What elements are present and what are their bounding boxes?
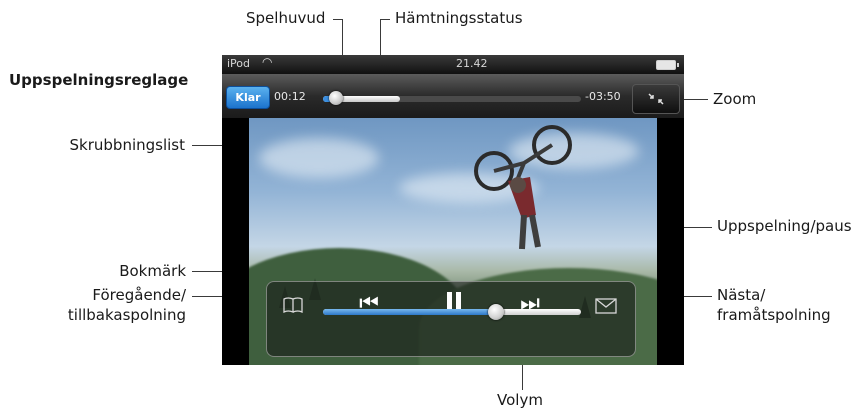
elapsed-time: 00:12 (274, 90, 306, 103)
bookmark-icon (283, 297, 303, 314)
callout-previous-line2: tillbakaspolning (67, 306, 186, 324)
wifi-icon: ◠ (262, 55, 273, 69)
zoom-button[interactable] (632, 84, 680, 114)
callout-next-line2: framåtspolning (717, 306, 831, 324)
bookmark-button[interactable] (282, 296, 304, 314)
callout-download-status: Hämtningsstatus (395, 9, 523, 27)
playhead[interactable] (329, 91, 343, 105)
email-button[interactable] (595, 298, 617, 314)
leader-download-h (380, 19, 390, 20)
leader-zoom (684, 99, 708, 100)
remaining-time: -03:50 (585, 90, 621, 103)
cloud (259, 138, 379, 178)
callout-scrubber: Skrubbningslist (69, 136, 185, 154)
callout-play-pause: Uppspelning/paus (717, 217, 852, 235)
callout-previous-line1: Föregående/ (92, 286, 186, 304)
zoom-icon (648, 93, 664, 105)
done-button[interactable]: Klar (226, 86, 270, 109)
callout-zoom: Zoom (713, 90, 757, 108)
callout-next-line1: Nästa/ (717, 286, 766, 304)
battery-icon (656, 60, 679, 70)
top-control-bar: Klar 00:12 -03:50 (222, 74, 684, 118)
status-time: 21.42 (456, 57, 488, 70)
volume-thumb[interactable] (488, 304, 504, 320)
status-bar: iPod ◠ 21.42 (222, 55, 684, 74)
ipod-screen: iPod ◠ 21.42 Klar 00:12 -03:50 ⏮ ⏭ (222, 55, 684, 365)
section-title: Uppspelningsreglage (9, 71, 189, 89)
callout-bookmark: Bokmärk (119, 262, 186, 280)
callout-volume: Volym (497, 391, 543, 409)
callout-playhead: Spelhuvud (246, 9, 326, 27)
carrier-label: iPod (227, 57, 251, 70)
volume-level (323, 309, 496, 315)
mountain-biker (474, 125, 572, 250)
